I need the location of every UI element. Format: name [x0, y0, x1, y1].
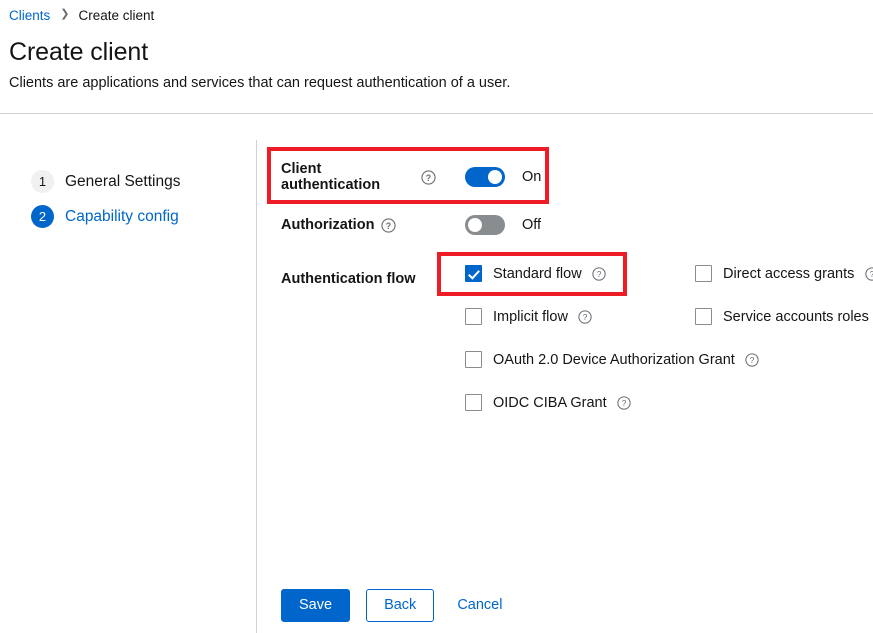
authentication-flow-line: Implicit flow ? Service accounts roles [436, 295, 873, 338]
wizard-step-general-settings[interactable]: 1 General Settings [0, 164, 256, 199]
client-authentication-label-group: Client authentication ? [281, 161, 436, 193]
authentication-flow-options: Standard flow ? Direct access grants Imp… [436, 252, 873, 424]
checkbox-label-group: Implicit flow ? [493, 309, 593, 325]
client-authentication-state: On [522, 169, 542, 185]
svg-text:?: ? [426, 172, 431, 182]
step-number-badge: 1 [31, 170, 54, 193]
authentication-flow-label: Authentication flow [281, 271, 416, 287]
checkbox-label-group: OIDC CIBA Grant ? [493, 395, 632, 411]
checkbox-label: Standard flow [493, 265, 582, 282]
checkbox-input[interactable] [465, 351, 482, 368]
svg-text:?: ? [597, 269, 602, 279]
svg-text:?: ? [386, 220, 391, 230]
authorization-switch-group: Off [465, 215, 541, 235]
svg-text:?: ? [750, 355, 755, 365]
authorization-state: Off [522, 217, 542, 233]
checkbox-oidc-ciba-grant[interactable]: OIDC CIBA Grant ? [465, 381, 632, 424]
help-circle-icon[interactable]: ? [381, 217, 397, 233]
checkbox-label: Service accounts roles [723, 308, 869, 325]
checkbox-standard-flow[interactable]: Standard flow ? [465, 252, 665, 295]
checkbox-input[interactable] [465, 308, 482, 325]
client-authentication-switch-group: On [465, 167, 541, 187]
step-label: Capability config [65, 207, 179, 225]
checkbox-implicit-flow[interactable]: Implicit flow ? [465, 295, 665, 338]
back-button[interactable]: Back [366, 589, 435, 622]
checkbox-input[interactable] [465, 394, 482, 411]
help-circle-icon[interactable]: ? [421, 169, 436, 185]
authorization-row: Authorization ? Off [281, 208, 873, 242]
svg-text:?: ? [583, 312, 588, 322]
help-circle-icon[interactable]: ? [617, 395, 632, 410]
breadcrumb-current-create-client: Create client [78, 7, 155, 23]
toggle-knob [468, 218, 482, 232]
help-circle-icon[interactable]: ? [592, 266, 607, 281]
save-button[interactable]: Save [281, 589, 351, 622]
checkbox-input[interactable] [695, 265, 712, 282]
breadcrumb-separator-icon: ❯ [60, 7, 70, 20]
authorization-toggle[interactable] [465, 215, 505, 235]
help-circle-icon[interactable]: ? [745, 352, 760, 367]
wizard-step-capability-config[interactable]: 2 Capability config [0, 199, 256, 234]
svg-text:?: ? [622, 398, 627, 408]
cancel-button[interactable]: Cancel [451, 589, 508, 622]
authentication-flow-line: OIDC CIBA Grant ? [436, 381, 873, 424]
client-authentication-label: Client authentication [281, 161, 381, 193]
checkbox-label-group: Standard flow ? [493, 266, 607, 282]
help-circle-icon[interactable]: ? [578, 309, 593, 324]
page-header: Create client Clients are applications a… [0, 26, 873, 93]
authorization-label: Authorization [281, 217, 375, 233]
svg-text:?: ? [870, 269, 873, 279]
authorization-label-group: Authorization ? [281, 217, 436, 233]
step-label: General Settings [65, 172, 181, 190]
checkbox-input[interactable] [465, 265, 482, 282]
checkbox-label-group: Direct access grants ? [723, 266, 873, 282]
page-description: Clients are applications and services th… [9, 74, 511, 91]
breadcrumb-link-clients[interactable]: Clients [9, 8, 50, 23]
checkbox-label: Implicit flow [493, 308, 568, 325]
checkbox-label-group: OAuth 2.0 Device Authorization Grant ? [493, 352, 760, 368]
authentication-flow-line: OAuth 2.0 Device Authorization Grant ? [436, 338, 873, 381]
checkbox-label: OAuth 2.0 Device Authorization Grant [493, 351, 735, 368]
capability-config-form: Client authentication ? On Authorization [257, 140, 873, 633]
checkbox-oauth-device-authorization-grant[interactable]: OAuth 2.0 Device Authorization Grant ? [465, 338, 760, 381]
checkbox-direct-access-grants[interactable]: Direct access grants ? [695, 252, 873, 295]
breadcrumb: Clients ❯ Create client [0, 0, 873, 26]
checkbox-input[interactable] [695, 308, 712, 325]
help-circle-icon[interactable]: ? [864, 266, 873, 281]
checkbox-label: Direct access grants [723, 265, 855, 282]
checkbox-label-group: Service accounts roles ? [723, 309, 873, 325]
checkbox-label: OIDC CIBA Grant [493, 394, 607, 411]
client-authentication-row: Client authentication ? On [281, 160, 873, 194]
wizard-footer-actions: Save Back Cancel [281, 589, 508, 622]
checkbox-service-accounts-roles[interactable]: Service accounts roles ? [695, 295, 873, 338]
authentication-flow-row: Authentication flow Standard flow ? Dire… [281, 252, 873, 424]
toggle-knob [488, 170, 502, 184]
page-title: Create client [9, 38, 149, 66]
wizard-body: 1 General Settings 2 Capability config C… [0, 140, 873, 633]
wizard-step-nav: 1 General Settings 2 Capability config [0, 140, 257, 633]
step-number-badge: 2 [31, 205, 54, 228]
client-authentication-toggle[interactable] [465, 167, 505, 187]
header-divider [0, 113, 873, 114]
authentication-flow-line: Standard flow ? Direct access grants [436, 252, 873, 295]
